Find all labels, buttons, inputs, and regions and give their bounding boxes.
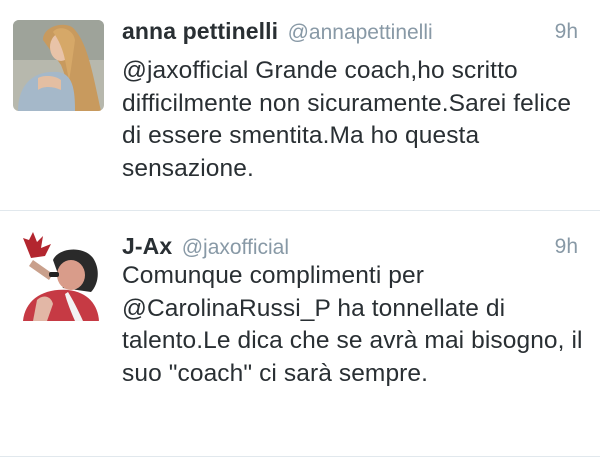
user-handle[interactable]: @jaxofficial [182, 236, 289, 259]
avatar[interactable] [13, 20, 104, 111]
tweet-header: J-Ax @jaxofficial 9h [122, 233, 578, 263]
tweet-text: Comunque complimenti per @CarolinaRussi_… [122, 262, 583, 387]
user-name[interactable]: J-Ax [122, 233, 172, 259]
tweet-item[interactable]: anna pettinelli @annapettinelli 9h @jaxo… [0, 0, 600, 210]
user-name[interactable]: anna pettinelli [122, 18, 278, 44]
tweet-feed: anna pettinelli @annapettinelli 9h @jaxo… [0, 0, 600, 459]
divider [0, 456, 600, 457]
avatar-photo-singer [13, 230, 104, 321]
timestamp[interactable]: 9h [555, 20, 578, 44]
tweet-text: @jaxofficial Grande coach,ho scritto dif… [122, 57, 572, 182]
tweet-item[interactable]: J-Ax @jaxofficial 9h Comunque compliment… [0, 211, 600, 456]
timestamp[interactable]: 9h [555, 235, 578, 259]
tweet-header: anna pettinelli @annapettinelli 9h [122, 18, 578, 48]
avatar[interactable] [13, 230, 104, 321]
user-handle[interactable]: @annapettinelli [288, 21, 433, 44]
avatar-photo-woman [13, 20, 104, 111]
